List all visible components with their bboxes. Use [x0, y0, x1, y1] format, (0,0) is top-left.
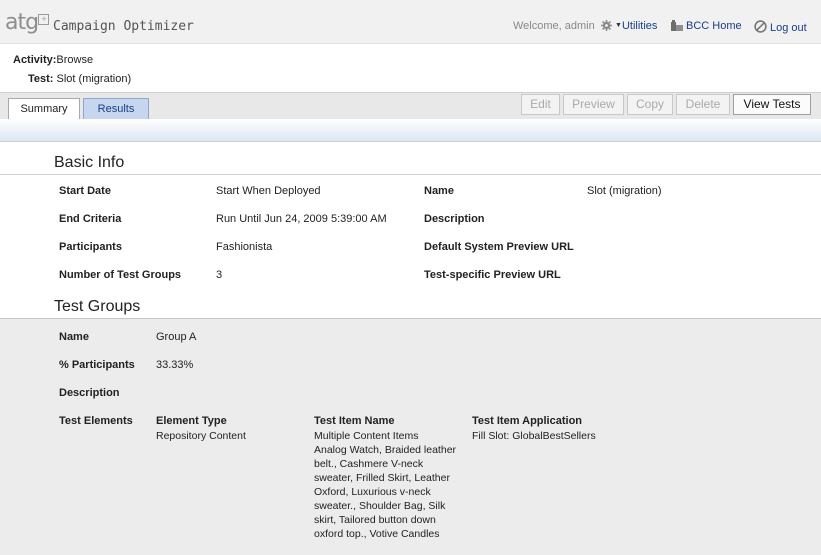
- description-label: Description: [424, 213, 485, 225]
- test-item-application-value: Fill Slot: GlobalBestSellers: [472, 430, 596, 442]
- item-name-line: Oxford, Luxurious v-neck: [314, 486, 431, 498]
- item-name-line: Multiple Content Items: [314, 430, 419, 442]
- building-icon: [671, 20, 683, 31]
- item-name-line: skirt, Tailored button down: [314, 514, 436, 526]
- delete-button[interactable]: Delete: [676, 94, 730, 115]
- participants-value: Fashionista: [216, 241, 273, 253]
- logout-label: Log out: [770, 22, 807, 34]
- basic-info-divider: [0, 174, 821, 175]
- atg-logo: atg +: [5, 10, 49, 35]
- item-name-line: oxford top., Votive Candles: [314, 528, 440, 540]
- tab-summary[interactable]: Summary: [8, 98, 80, 120]
- logout-link[interactable]: Log out: [754, 20, 807, 34]
- bcc-home-link[interactable]: BCC Home: [671, 20, 742, 32]
- no-entry-icon: [754, 20, 767, 33]
- bcc-home-label: BCC Home: [686, 20, 742, 32]
- test-item-name-header: Test Item Name: [314, 415, 395, 427]
- item-name-line: Analog Watch, Braided leather: [314, 444, 457, 456]
- app-header: atg + Campaign Optimizer Welcome, admin …: [0, 0, 821, 44]
- element-type-header: Element Type: [156, 415, 227, 427]
- tab-results[interactable]: Results: [83, 98, 149, 119]
- logo-text: atg: [5, 10, 39, 35]
- group-name-value: Group A: [156, 331, 197, 343]
- edit-button[interactable]: Edit: [521, 94, 560, 115]
- test-item-name-value: Multiple Content Items Analog Watch, Bra…: [314, 429, 464, 541]
- activity-value: Browse: [56, 54, 94, 66]
- test-label: Test:: [28, 73, 54, 85]
- element-type-value: Repository Content: [156, 430, 246, 442]
- test-row: Test: Slot (migration): [28, 73, 131, 85]
- participants-label: Participants: [59, 241, 122, 253]
- header-band: [0, 119, 821, 142]
- group-participants-value: 33.33%: [156, 359, 194, 371]
- name-value: Slot (migration): [587, 185, 662, 197]
- item-name-line: belt., Cashmere V-neck: [314, 458, 424, 470]
- activity-label: Activity:: [13, 54, 57, 66]
- welcome-text: Welcome, admin: [513, 20, 595, 32]
- app-title: Campaign Optimizer: [53, 19, 194, 34]
- end-criteria-label: End Criteria: [59, 213, 122, 225]
- dropdown-arrow-icon: ▼: [615, 22, 622, 29]
- basic-info-title: Basic Info: [54, 154, 125, 171]
- num-test-groups-value: 3: [216, 269, 223, 281]
- test-item-application-header: Test Item Application: [472, 415, 583, 427]
- group-description-label: Description: [59, 387, 120, 399]
- activity-row: Activity:Browse: [13, 54, 93, 66]
- start-date-label: Start Date: [59, 185, 111, 197]
- utilities-label: Utilities: [621, 20, 658, 32]
- group-participants-label: % Participants: [59, 359, 135, 371]
- tab-toolbar: Summary Results Edit Preview Copy Delete…: [0, 92, 821, 120]
- test-preview-url-label: Test-specific Preview URL: [424, 269, 561, 281]
- preview-button[interactable]: Preview: [563, 94, 624, 115]
- item-name-line: sweater., Shoulder Bag, Silk: [314, 500, 446, 512]
- end-criteria-value: Run Until Jun 24, 2009 5:39:00 AM: [216, 213, 387, 225]
- default-preview-url-label: Default System Preview URL: [424, 241, 574, 253]
- copy-button[interactable]: Copy: [627, 94, 673, 115]
- gear-icon: [601, 20, 612, 31]
- view-tests-button[interactable]: View Tests: [733, 94, 811, 115]
- group-name-label: Name: [59, 331, 89, 343]
- logo-mark: +: [38, 14, 49, 25]
- num-test-groups-label: Number of Test Groups: [59, 269, 182, 281]
- test-groups-title: Test Groups: [54, 298, 141, 315]
- test-elements-label: Test Elements: [59, 415, 133, 427]
- name-label: Name: [424, 185, 454, 197]
- utilities-menu[interactable]: ▼Utilities: [601, 20, 657, 32]
- start-date-value: Start When Deployed: [216, 185, 321, 197]
- test-value: Slot (migration): [56, 73, 132, 85]
- item-name-line: sweater, Frilled Skirt, Leather: [314, 472, 450, 484]
